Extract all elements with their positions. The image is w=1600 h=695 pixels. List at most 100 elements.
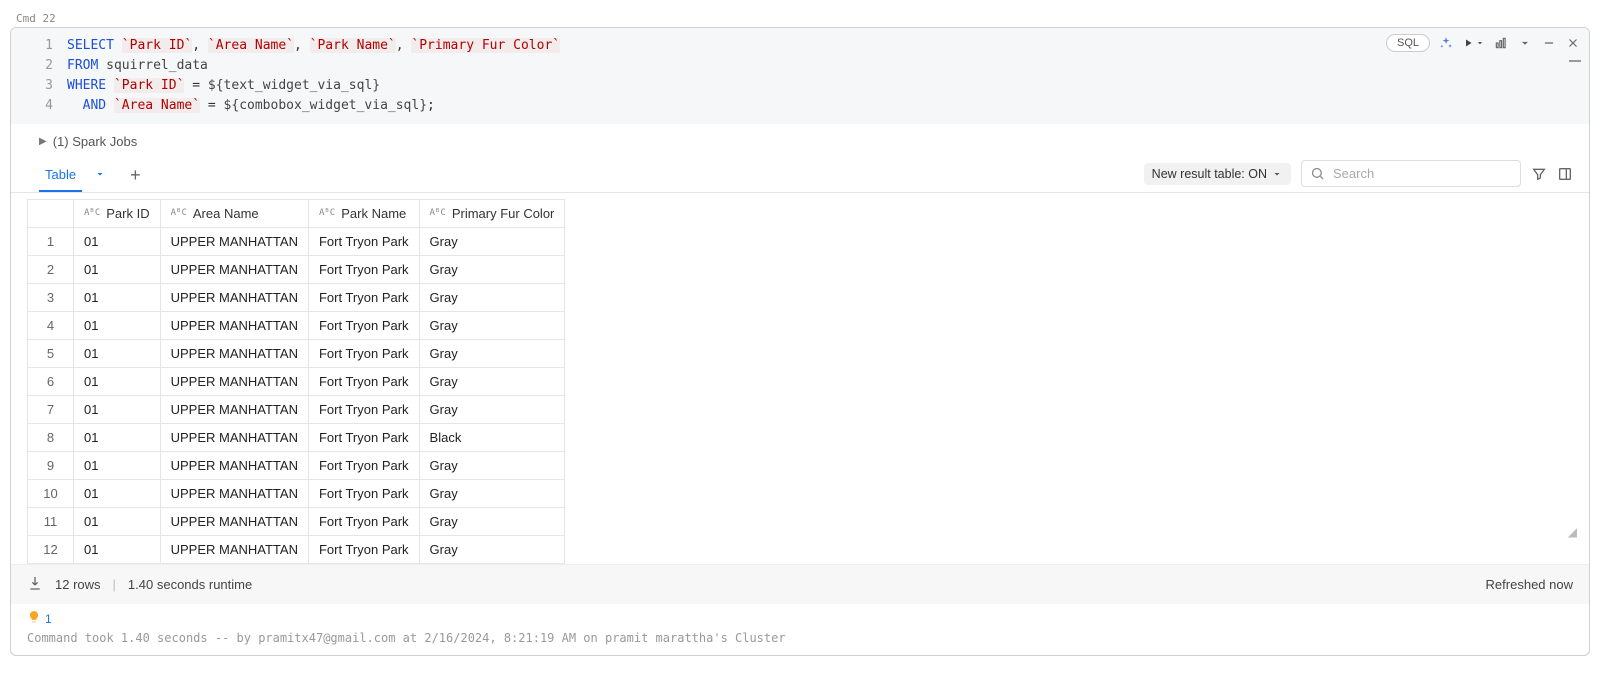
cell-park-name: Fort Tryon Park <box>308 480 419 508</box>
cell-park-name: Fort Tryon Park <box>308 312 419 340</box>
table-row[interactable]: 1101UPPER MANHATTANFort Tryon ParkGray <box>28 508 565 536</box>
tab-dropdown-icon[interactable] <box>94 168 106 183</box>
panel-layout-icon[interactable] <box>1557 166 1573 182</box>
refreshed-label: Refreshed now <box>1486 577 1573 592</box>
result-footer: 12 rows | 1.40 seconds runtime Refreshed… <box>11 564 1589 604</box>
language-pill-sql[interactable]: SQL <box>1386 34 1430 52</box>
type-icon: AᴮC <box>430 208 446 218</box>
table-row[interactable]: 301UPPER MANHATTANFort Tryon ParkGray <box>28 284 565 312</box>
row-count-label: 12 rows <box>55 577 101 592</box>
cell-park-id: 01 <box>74 228 161 256</box>
table-row[interactable]: 501UPPER MANHATTANFort Tryon ParkGray <box>28 340 565 368</box>
cell-park-id: 01 <box>74 508 161 536</box>
tab-table-label: Table <box>45 167 76 182</box>
row-number: 6 <box>28 368 74 396</box>
table-row[interactable]: 601UPPER MANHATTANFort Tryon ParkGray <box>28 368 565 396</box>
table-row[interactable]: 1001UPPER MANHATTANFort Tryon ParkGray <box>28 480 565 508</box>
row-number: 1 <box>28 228 74 256</box>
cell-park-name: Fort Tryon Park <box>308 424 419 452</box>
table-row[interactable]: 901UPPER MANHATTANFort Tryon ParkGray <box>28 452 565 480</box>
row-number: 4 <box>28 312 74 340</box>
code-editor[interactable]: 1 2 3 4 SELECT `Park ID`, `Area Name`, `… <box>11 28 1589 124</box>
cell-fur-color: Gray <box>419 396 565 424</box>
cell-park-id: 01 <box>74 396 161 424</box>
cell-fur-color: Gray <box>419 256 565 284</box>
cell-area-name: UPPER MANHATTAN <box>160 228 308 256</box>
table-row[interactable]: 1201UPPER MANHATTANFort Tryon ParkGray <box>28 536 565 564</box>
cell-park-id: 01 <box>74 368 161 396</box>
result-table-toggle[interactable]: New result table: ON <box>1144 163 1291 185</box>
code-content[interactable]: SELECT `Park ID`, `Area Name`, `Park Nam… <box>67 36 1589 116</box>
cell-park-name: Fort Tryon Park <box>308 340 419 368</box>
add-tab-button[interactable]: + <box>124 161 147 190</box>
cell-park-name: Fort Tryon Park <box>308 536 419 564</box>
cell-park-name: Fort Tryon Park <box>308 256 419 284</box>
cell-fur-color: Gray <box>419 508 565 536</box>
col-header-park-name[interactable]: AᴮCPark Name <box>308 200 419 228</box>
cell-area-name: UPPER MANHATTAN <box>160 340 308 368</box>
cell-area-name: UPPER MANHATTAN <box>160 368 308 396</box>
cell-park-id: 01 <box>74 424 161 452</box>
cell-fur-color: Gray <box>419 368 565 396</box>
cell-fur-color: Gray <box>419 536 565 564</box>
row-number: 8 <box>28 424 74 452</box>
cell-park-id: 01 <box>74 480 161 508</box>
cell-area-name: UPPER MANHATTAN <box>160 256 308 284</box>
download-icon[interactable] <box>27 575 43 594</box>
ai-assist-icon[interactable] <box>1438 35 1454 51</box>
col-header-fur-color[interactable]: AᴮCPrimary Fur Color <box>419 200 565 228</box>
close-icon[interactable] <box>1565 35 1581 51</box>
chevron-down-icon[interactable] <box>1517 35 1533 51</box>
cell-park-id: 01 <box>74 256 161 284</box>
cell-park-id: 01 <box>74 536 161 564</box>
cell-area-name: UPPER MANHATTAN <box>160 508 308 536</box>
cell-area-name: UPPER MANHATTAN <box>160 396 308 424</box>
search-input[interactable] <box>1331 165 1512 182</box>
cell-park-name: Fort Tryon Park <box>308 508 419 536</box>
cell-park-name: Fort Tryon Park <box>308 228 419 256</box>
spark-jobs-toggle[interactable]: ▶ (1) Spark Jobs <box>11 124 1589 155</box>
table-row[interactable]: 201UPPER MANHATTANFort Tryon ParkGray <box>28 256 565 284</box>
cell-fur-color: Black <box>419 424 565 452</box>
cell-park-id: 01 <box>74 312 161 340</box>
minimize-icon[interactable] <box>1541 35 1557 51</box>
table-row[interactable]: 801UPPER MANHATTANFort Tryon ParkBlack <box>28 424 565 452</box>
lightbulb-icon <box>27 610 41 627</box>
row-number: 10 <box>28 480 74 508</box>
table-row[interactable]: 401UPPER MANHATTANFort Tryon ParkGray <box>28 312 565 340</box>
table-row[interactable]: 701UPPER MANHATTANFort Tryon ParkGray <box>28 396 565 424</box>
hint-count: 1 <box>45 612 52 626</box>
resize-handle-icon[interactable]: ◢ <box>1568 525 1577 539</box>
type-icon: AᴮC <box>171 208 187 218</box>
filter-icon[interactable] <box>1531 166 1547 182</box>
cell-area-name: UPPER MANHATTAN <box>160 536 308 564</box>
cell-area-name: UPPER MANHATTAN <box>160 312 308 340</box>
col-header-area-name[interactable]: AᴮCArea Name <box>160 200 308 228</box>
spark-jobs-label: (1) Spark Jobs <box>53 134 138 149</box>
cell-area-name: UPPER MANHATTAN <box>160 424 308 452</box>
search-box[interactable] <box>1301 160 1521 187</box>
chart-icon[interactable] <box>1493 35 1509 51</box>
cell-park-id: 01 <box>74 340 161 368</box>
col-header-park-id[interactable]: AᴮCPark ID <box>74 200 161 228</box>
tab-table[interactable]: Table <box>39 159 82 192</box>
cell-park-name: Fort Tryon Park <box>308 396 419 424</box>
collapse-handle[interactable] <box>1569 60 1581 62</box>
row-number: 3 <box>28 284 74 312</box>
row-number-header[interactable] <box>28 200 74 228</box>
cell-area-name: UPPER MANHATTAN <box>160 452 308 480</box>
cell-park-id: 01 <box>74 284 161 312</box>
cmd-label: Cmd 22 <box>10 10 1590 27</box>
row-number: 7 <box>28 396 74 424</box>
cell-fur-color: Gray <box>419 340 565 368</box>
command-timing: Command took 1.40 seconds -- by pramitx4… <box>11 629 1589 655</box>
line-gutter: 1 2 3 4 <box>11 36 67 116</box>
result-table: AᴮCPark ID AᴮCArea Name AᴮCPark Name AᴮC… <box>27 199 565 564</box>
run-cell-button[interactable] <box>1462 37 1485 49</box>
table-row[interactable]: 101UPPER MANHATTANFort Tryon ParkGray <box>28 228 565 256</box>
cell-area-name: UPPER MANHATTAN <box>160 284 308 312</box>
row-number: 11 <box>28 508 74 536</box>
notebook-cell: SQL 1 2 3 4 SELECT `Park ID`, `Area <box>10 27 1590 656</box>
hint-indicator[interactable]: 1 <box>11 604 1589 629</box>
cell-fur-color: Gray <box>419 228 565 256</box>
